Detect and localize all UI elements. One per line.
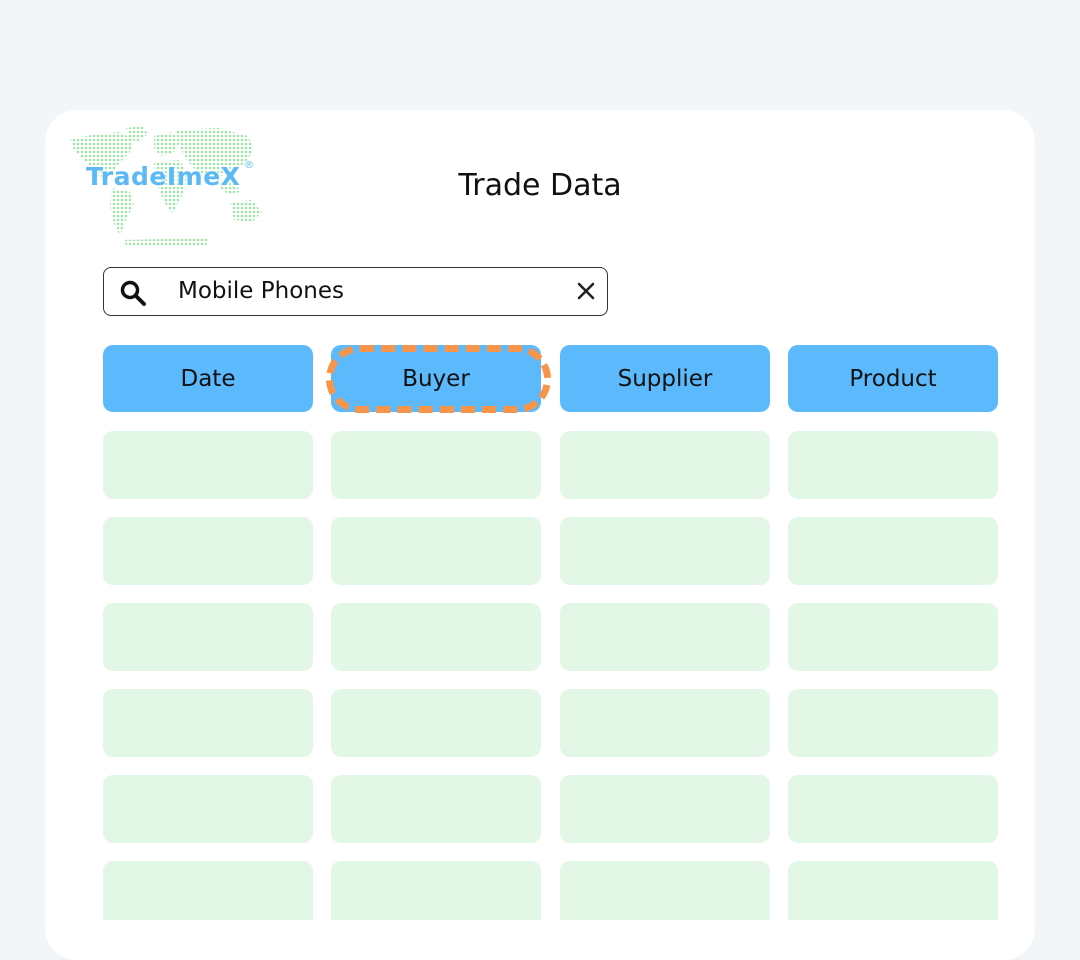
table-cell (331, 689, 541, 757)
table-cell (788, 689, 998, 757)
table-cell (103, 603, 313, 671)
table-cell (331, 431, 541, 499)
column-header-supplier[interactable]: Supplier (560, 345, 770, 412)
trademark-symbol: ® (244, 160, 254, 171)
search-bar (103, 267, 608, 316)
column-header-product[interactable]: Product (788, 345, 998, 412)
table-cell (331, 775, 541, 843)
brand-name: TradeImeX (86, 162, 241, 191)
table-cell (103, 689, 313, 757)
search-input[interactable] (178, 276, 558, 306)
brand-logo: TradeImeX ® (68, 122, 268, 250)
table-cell (788, 603, 998, 671)
close-icon[interactable] (575, 280, 597, 302)
table-cell (788, 861, 998, 920)
table-cell (103, 861, 313, 920)
page-title: Trade Data (458, 168, 622, 203)
table-cell (560, 517, 770, 585)
table-cell (788, 517, 998, 585)
table-cell (560, 775, 770, 843)
table-cell (560, 689, 770, 757)
search-icon (120, 280, 146, 306)
table-cell (331, 517, 541, 585)
column-header-date[interactable]: Date (103, 345, 313, 412)
table-cell (560, 431, 770, 499)
table-cell (788, 775, 998, 843)
table-cell (331, 861, 541, 920)
column-header-buyer[interactable]: Buyer (331, 345, 541, 412)
table-cell (560, 861, 770, 920)
table-cell (331, 603, 541, 671)
table-cell (788, 431, 998, 499)
table-cell (560, 603, 770, 671)
table-cell (103, 775, 313, 843)
table-cell (103, 517, 313, 585)
table-cell (103, 431, 313, 499)
